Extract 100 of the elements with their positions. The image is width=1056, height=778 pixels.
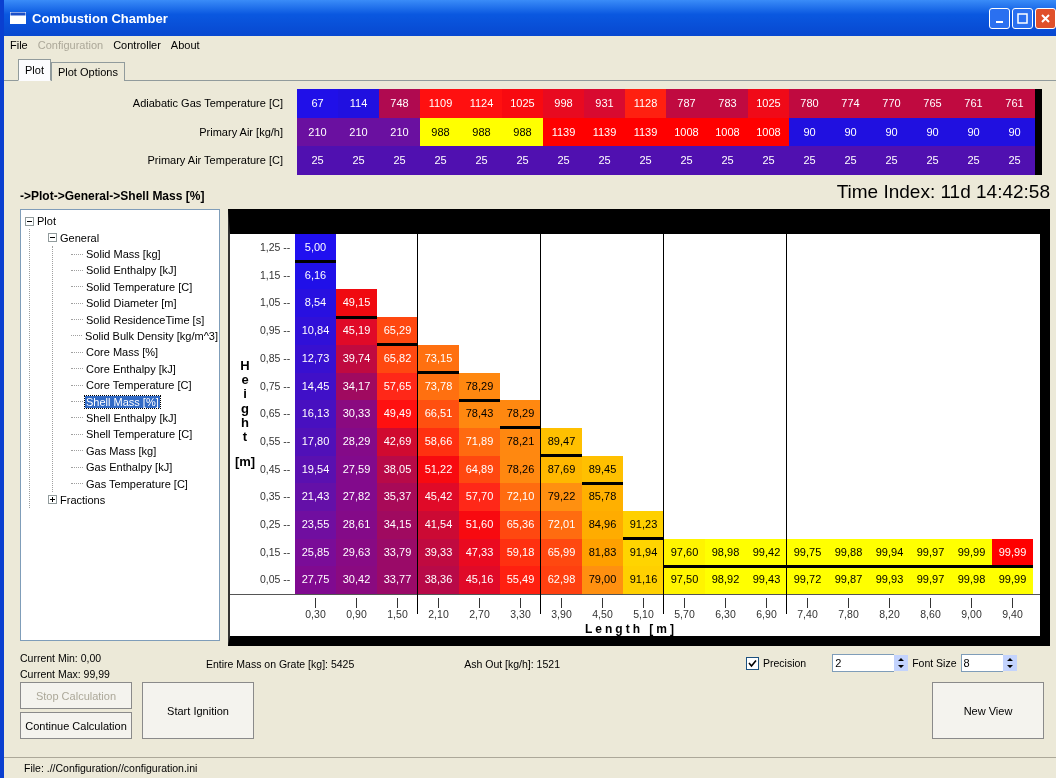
grate-mass: Entire Mass on Grate [kg]: 5425 xyxy=(206,658,355,673)
table-cell: 25 xyxy=(625,146,666,176)
axis-tick-label: 8,60 xyxy=(920,608,941,620)
table-cell: 25 xyxy=(297,146,338,176)
heatmap-cell: 72,01 xyxy=(541,510,582,539)
tab[interactable]: Plot Options xyxy=(50,62,125,81)
surface-line xyxy=(500,426,541,430)
heatmap-cell: 38,36 xyxy=(418,566,459,594)
table-cell: 25 xyxy=(707,146,748,176)
table-cell: 25 xyxy=(789,146,830,176)
axis-tick-label: 0,65 -- xyxy=(260,406,292,422)
menu-item[interactable]: Controller xyxy=(109,39,167,51)
table-cell: 25 xyxy=(953,146,994,176)
tab[interactable]: Plot xyxy=(18,59,51,81)
axis-tick-label: 0,35 -- xyxy=(260,489,292,505)
axis-tick-label: 6,30 xyxy=(715,608,736,620)
heatmap-cell: 23,55 xyxy=(295,510,336,539)
heatmap-cell: 91,16 xyxy=(623,566,664,594)
table-cell: 1128 xyxy=(625,89,666,118)
tree-item[interactable]: Core Mass [%] xyxy=(85,346,160,359)
heatmap-cell: 71,89 xyxy=(459,427,500,456)
tree-item[interactable]: Shell Mass [%] xyxy=(85,395,160,408)
table-cell: 90 xyxy=(830,117,871,147)
table-cell: 780 xyxy=(789,89,830,118)
heatmap-cell: 21,43 xyxy=(295,483,336,511)
axis-tick-label: 6,90 xyxy=(756,608,777,620)
minimize-button[interactable] xyxy=(989,7,1010,29)
heatmap-cell: 27,75 xyxy=(295,566,336,594)
axis-tick-label: 0,95 -- xyxy=(260,323,292,339)
table-cell: 988 xyxy=(420,117,461,147)
heatmap-cell: 45,16 xyxy=(459,566,500,594)
calculation-button[interactable]: Continue Calculation xyxy=(20,712,132,740)
table-cell: 774 xyxy=(830,89,871,118)
table-cell: 988 xyxy=(461,117,502,147)
table-cell: 783 xyxy=(707,89,748,118)
expand-icon[interactable] xyxy=(48,495,57,505)
axis-tick-label: 0,85 -- xyxy=(260,350,292,366)
tree-item[interactable]: Fractions xyxy=(59,493,107,506)
table-cell: 1008 xyxy=(666,117,707,147)
heatmap-cell: 78,29 xyxy=(459,372,500,401)
axis-tick-label: 0,15 -- xyxy=(260,544,292,560)
axis-tick-label: 9,00 xyxy=(961,608,982,620)
heatmap-cell: 51,22 xyxy=(418,455,459,484)
table-cell: 25 xyxy=(584,146,625,176)
table-cell: 931 xyxy=(584,89,625,118)
axis-tick-label: 5,10 xyxy=(633,608,654,620)
menu-item[interactable]: File xyxy=(6,39,34,51)
precision-spinner[interactable]: 2 xyxy=(832,654,895,673)
spinner-arrows-icon[interactable] xyxy=(894,655,909,672)
tree-item[interactable]: Shell Temperature [C] xyxy=(85,428,194,441)
collapse-icon[interactable] xyxy=(48,233,57,243)
axis-tick-label: 0,30 xyxy=(305,608,326,620)
heatmap-cell: 39,74 xyxy=(336,344,377,373)
collapse-icon[interactable] xyxy=(25,216,34,226)
tree-item[interactable]: Solid Enthalpy [kJ] xyxy=(85,264,178,277)
surface-line xyxy=(418,371,459,375)
tree-item[interactable]: Gas Enthalpy [kJ] xyxy=(85,461,174,474)
tree-item[interactable]: Solid ResidenceTime [s] xyxy=(85,313,206,326)
close-button[interactable] xyxy=(1035,7,1056,29)
heatmap-cell: 39,33 xyxy=(418,538,459,567)
heatmap-cell: 58,66 xyxy=(418,427,459,456)
axis-tick-label: 7,40 xyxy=(797,608,818,620)
tree-item[interactable]: Gas Temperature [C] xyxy=(85,477,189,490)
font-size-label: Font Size xyxy=(912,657,957,670)
start-ignition-button[interactable]: Start Ignition xyxy=(142,682,254,740)
time-index: Time Index: 11d 14:42:58 xyxy=(836,181,1050,204)
table-cell: 1139 xyxy=(584,117,625,147)
heatmap-cell: 99,87 xyxy=(828,566,869,594)
current-max: Current Max: 99,99 xyxy=(20,668,111,681)
tree-item[interactable]: Solid Bulk Density [kg/m^3] xyxy=(84,330,219,342)
table-cell: 25 xyxy=(543,146,584,176)
table-cell: 25 xyxy=(666,146,707,176)
heatmap-cell: 66,51 xyxy=(418,400,459,428)
menu-item[interactable]: About xyxy=(166,39,206,51)
table-cell: 25 xyxy=(461,146,502,176)
precision-checkbox[interactable] xyxy=(746,656,759,670)
heatmap-cell: 49,15 xyxy=(336,289,377,318)
tree-item[interactable]: Shell Enthalpy [kJ] xyxy=(85,411,178,424)
tree-item[interactable]: Gas Mass [kg] xyxy=(85,444,158,457)
heatmap-cell: 98,92 xyxy=(705,566,746,594)
minimize-icon xyxy=(996,21,1003,23)
tree-item[interactable]: Plot xyxy=(36,215,57,228)
tree-item[interactable]: Core Temperature [C] xyxy=(85,379,193,392)
heatmap-cell: 17,80 xyxy=(295,427,336,456)
table-cell: 1109 xyxy=(420,89,461,118)
tree-item[interactable]: Solid Temperature [C] xyxy=(85,280,194,293)
heatmap-cell: 14,45 xyxy=(295,372,336,401)
tree-item[interactable]: Core Enthalpy [kJ] xyxy=(85,362,177,375)
font-size-spinner[interactable]: 8 xyxy=(960,654,1003,673)
heatmap-cell: 73,78 xyxy=(418,372,459,401)
tree-item[interactable]: Solid Diameter [m] xyxy=(85,297,178,310)
heatmap-cell: 25,85 xyxy=(295,538,336,567)
heatmap-cell: 99,75 xyxy=(787,538,828,567)
new-view-button[interactable]: New View xyxy=(932,682,1044,740)
table-cell: 25 xyxy=(379,146,420,176)
table-cell: 210 xyxy=(297,117,338,147)
maximize-button[interactable] xyxy=(1012,7,1033,29)
table-cell: 25 xyxy=(338,146,379,176)
tree-item[interactable]: General xyxy=(59,231,101,244)
tree-item[interactable]: Solid Mass [kg] xyxy=(85,248,162,261)
